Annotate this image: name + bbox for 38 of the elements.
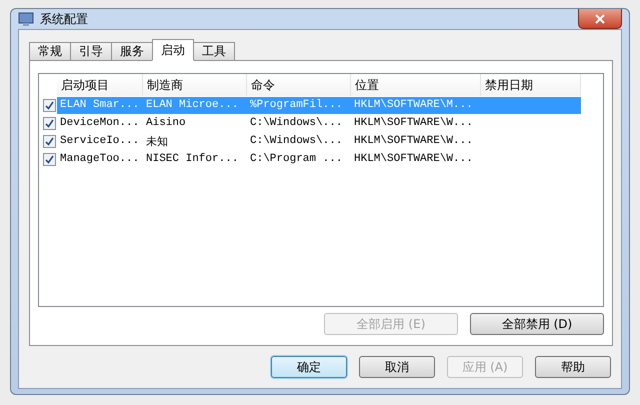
checkbox[interactable]: [43, 152, 56, 166]
column-header[interactable]: 制造商: [143, 74, 247, 96]
close-icon: [595, 14, 605, 24]
table-cell-text: Aisino: [145, 117, 187, 129]
dialog-button[interactable]: 取消: [359, 356, 435, 378]
column-header[interactable]: 禁用日期: [481, 74, 581, 96]
checkbox[interactable]: [43, 134, 56, 148]
table-cell-text: DeviceMon...: [59, 117, 140, 129]
dialog-button[interactable]: 确定: [271, 356, 347, 378]
table-cell-text: HKLM\SOFTWARE\W...: [353, 135, 474, 147]
tab[interactable]: 工具: [193, 42, 235, 61]
table-cell-text: ServiceIo...: [59, 135, 140, 147]
table-cell-text: %ProgramFil...: [249, 99, 344, 111]
table-cell-text: ManageToo...: [59, 153, 140, 165]
table-cell-text: ELAN Microe...: [145, 99, 240, 111]
table-cell-text: 未知: [145, 135, 169, 148]
window-title: 系统配置: [40, 10, 88, 28]
table-cell-text: HKLM\SOFTWARE\W...: [353, 117, 474, 129]
table-cell-text: C:\Program ...: [249, 153, 344, 165]
tab[interactable]: 服务: [111, 42, 153, 61]
tab[interactable]: 启动: [152, 39, 194, 61]
monitor-icon: [18, 11, 34, 27]
close-button[interactable]: [578, 9, 622, 29]
table-cell-text: C:\Windows\...: [249, 135, 344, 147]
table-cell-text: NISEC Infor...: [145, 153, 240, 165]
column-header[interactable]: 位置: [351, 74, 481, 96]
checkbox[interactable]: [43, 98, 56, 112]
table-cell-text: C:\Windows\...: [249, 117, 344, 129]
table-cell-text: HKLM\SOFTWARE\M...: [353, 99, 474, 111]
column-header[interactable]: 命令: [247, 74, 351, 96]
tab[interactable]: 引导: [70, 42, 112, 61]
table-cell-text: HKLM\SOFTWARE\W...: [353, 153, 474, 165]
table-cell-text: ELAN Smar...: [59, 99, 140, 111]
dialog-button[interactable]: 帮助: [535, 356, 611, 378]
column-header[interactable]: 启动项目: [57, 74, 143, 96]
checkbox[interactable]: [43, 116, 56, 130]
disable-all-button[interactable]: 全部禁用 (D): [470, 313, 604, 335]
tab[interactable]: 常规: [29, 42, 71, 61]
